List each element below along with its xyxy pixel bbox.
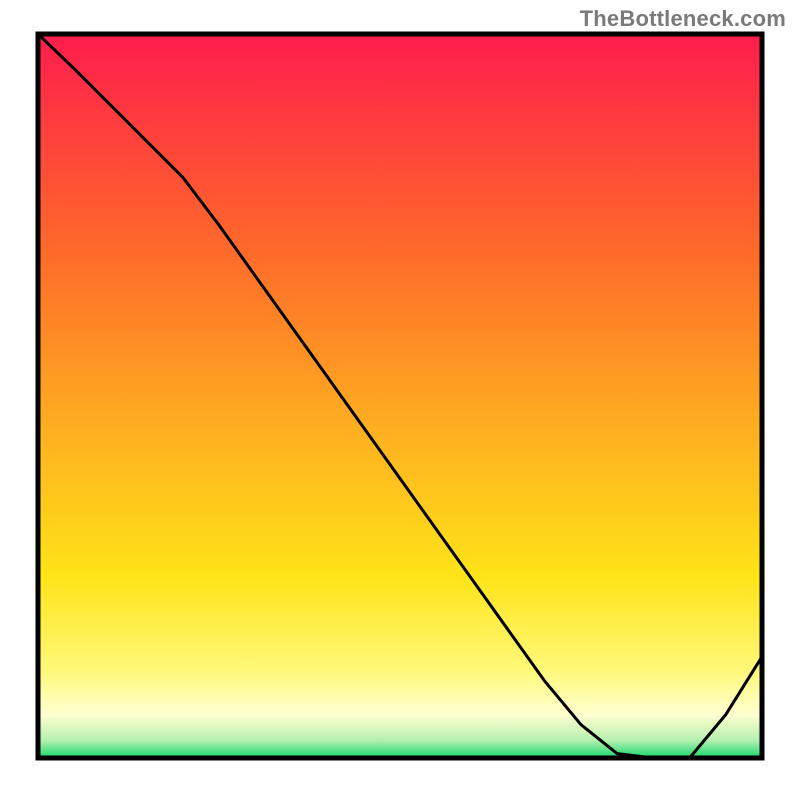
bottleneck-line-chart <box>0 0 800 800</box>
chart-container: TheBottleneck.com <box>0 0 800 800</box>
watermark-label: TheBottleneck.com <box>580 6 786 32</box>
